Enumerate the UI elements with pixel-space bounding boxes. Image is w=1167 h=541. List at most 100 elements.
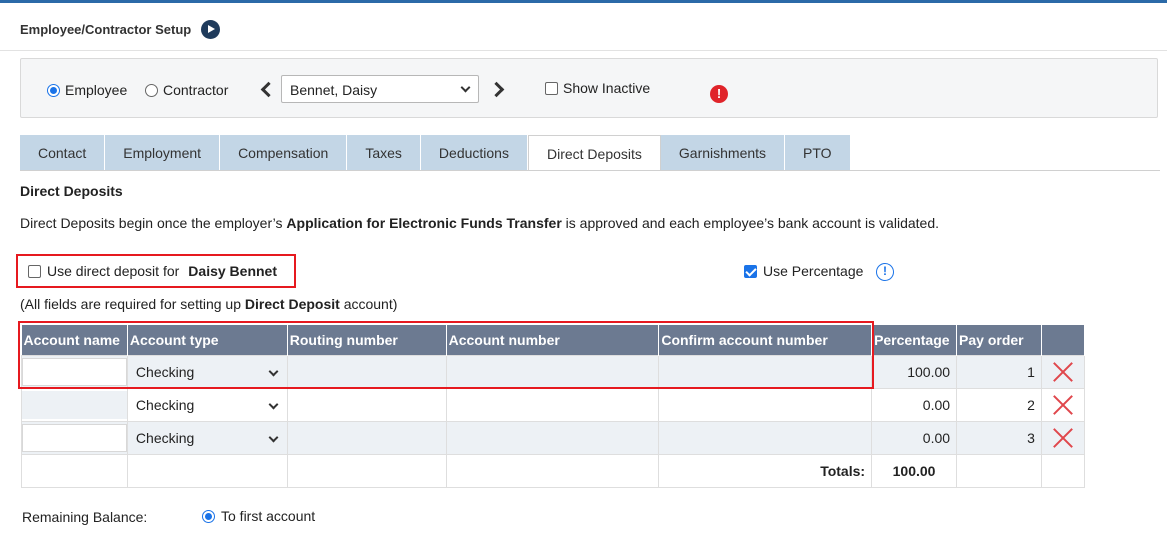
use-direct-deposit-checkbox[interactable] <box>28 264 41 278</box>
account-name-cell[interactable] <box>21 420 128 455</box>
percentage-cell[interactable]: 100.00 <box>871 354 958 389</box>
info-icon[interactable]: ! <box>876 263 894 281</box>
account-name-input[interactable] <box>22 390 127 419</box>
account-type-cell[interactable]: Checking <box>126 387 288 422</box>
to-first-account-radio-dot[interactable] <box>202 509 215 523</box>
pay-order-cell[interactable]: 2 <box>956 387 1042 422</box>
play-icon[interactable] <box>201 20 221 39</box>
delete-cell[interactable] <box>1040 387 1086 422</box>
alert-icon[interactable]: ! <box>710 85 728 103</box>
direct-deposit-description: Direct Deposits begin once the employer’… <box>20 215 939 231</box>
pay-order-cell[interactable]: 1 <box>956 354 1042 389</box>
percentage-cell[interactable]: 0.00 <box>871 420 958 455</box>
contractor-radio-label: Contractor <box>163 82 229 98</box>
required-note-bold: Direct Deposit <box>244 296 340 312</box>
table-row: Checking 0.00 3 <box>21 420 1086 455</box>
confirm-account-number-cell[interactable] <box>658 420 873 455</box>
confirm-account-number-cell[interactable] <box>658 387 873 422</box>
account-name-cell[interactable] <box>21 354 128 389</box>
header-routing-number: Routing number <box>287 325 447 355</box>
totals-value: 100.00 <box>871 453 958 488</box>
empty-cell <box>126 453 288 488</box>
account-number-cell[interactable] <box>445 420 660 455</box>
account-type-select[interactable]: Checking <box>134 364 281 380</box>
account-number-cell[interactable] <box>445 387 660 422</box>
required-note-end: account) <box>339 296 398 312</box>
account-type-select[interactable]: Checking <box>134 397 281 413</box>
table-row: Checking 0.00 2 <box>21 387 1086 422</box>
to-first-account-label: To first account <box>221 508 316 524</box>
show-inactive-toggle[interactable]: Show Inactive <box>545 80 650 96</box>
employee-radio-label: Employee <box>65 82 128 98</box>
employee-radio[interactable]: Employee <box>47 82 127 98</box>
description-text-bold: Application for Electronic Funds Transfe… <box>286 215 562 231</box>
tab-pto[interactable]: PTO <box>785 135 851 171</box>
remaining-balance-label: Remaining Balance: <box>22 509 148 525</box>
delete-icon[interactable] <box>1053 395 1073 415</box>
previous-employee-chevron-icon[interactable] <box>259 81 273 99</box>
delete-icon[interactable] <box>1053 362 1073 382</box>
tab-garnishments[interactable]: Garnishments <box>660 135 786 171</box>
contractor-radio[interactable]: Contractor <box>145 82 228 98</box>
header-account-type: Account type <box>127 325 288 355</box>
routing-number-cell[interactable] <box>286 387 447 422</box>
delete-cell[interactable] <box>1040 420 1086 455</box>
empty-cell <box>286 453 447 488</box>
account-name-input[interactable] <box>22 423 127 452</box>
totals-row: Totals: 100.00 <box>21 453 1086 488</box>
account-name-input[interactable] <box>22 357 127 386</box>
description-text-end: is approved and each employee’s bank acc… <box>561 215 939 231</box>
account-type-cell[interactable]: Checking <box>126 420 288 455</box>
header-pay-order: Pay order <box>956 325 1042 355</box>
employee-select[interactable]: Bennet, Daisy <box>281 75 479 103</box>
employee-radio-dot[interactable] <box>47 83 60 97</box>
to-first-account-radio[interactable]: To first account <box>202 508 315 524</box>
table-header-row: Account name Account type Routing number… <box>21 325 1086 355</box>
header-delete <box>1041 325 1086 355</box>
delete-icon[interactable] <box>1053 428 1073 448</box>
account-type-select[interactable]: Checking <box>134 430 281 446</box>
contractor-radio-dot[interactable] <box>145 83 158 97</box>
account-type-value: Checking <box>135 396 195 413</box>
tab-taxes[interactable]: Taxes <box>347 135 421 171</box>
use-percentage-checkbox[interactable] <box>744 264 757 278</box>
chevron-down-icon <box>268 432 279 442</box>
header-divider <box>0 50 1167 51</box>
description-text-start: Direct Deposits begin once the employer’… <box>20 215 287 231</box>
pay-order-cell[interactable]: 3 <box>956 420 1042 455</box>
percentage-cell[interactable]: 0.00 <box>871 387 958 422</box>
empty-cell <box>1040 453 1086 488</box>
show-inactive-label: Show Inactive <box>563 80 651 96</box>
totals-label: Totals: <box>658 453 873 488</box>
header-account-number: Account number <box>446 325 660 355</box>
confirm-account-number-cell[interactable] <box>658 354 873 389</box>
account-type-cell[interactable]: Checking <box>126 354 288 389</box>
routing-number-cell[interactable] <box>286 420 447 455</box>
tab-compensation[interactable]: Compensation <box>220 135 348 171</box>
chevron-down-icon <box>268 366 279 376</box>
page-header: Employee/Contractor Setup <box>20 20 221 39</box>
header-account-name: Account name <box>21 325 128 355</box>
tab-contact[interactable]: Contact <box>20 135 106 171</box>
tab-deductions[interactable]: Deductions <box>420 135 528 171</box>
show-inactive-checkbox[interactable] <box>545 81 558 95</box>
delete-cell[interactable] <box>1040 354 1086 389</box>
empty-cell <box>956 453 1042 488</box>
tab-divider <box>20 170 1160 171</box>
account-name-cell[interactable] <box>21 387 128 422</box>
employee-name: Daisy Bennet <box>188 263 277 279</box>
employee-select-value: Bennet, Daisy <box>290 82 378 98</box>
direct-deposit-table: Account name Account type Routing number… <box>21 325 1086 488</box>
header-confirm-account-number: Confirm account number <box>658 325 873 355</box>
tab-employment[interactable]: Employment <box>105 135 221 171</box>
next-employee-chevron-icon[interactable] <box>491 81 505 99</box>
employee-selector-panel: Employee Contractor Bennet, Daisy Show I… <box>20 58 1158 118</box>
use-direct-deposit-label: Use direct deposit for <box>47 263 180 279</box>
chevron-down-icon <box>268 399 279 409</box>
use-direct-deposit-toggle[interactable]: Use direct deposit for Daisy Bennet <box>16 254 296 288</box>
empty-cell <box>445 453 660 488</box>
use-percentage-toggle[interactable]: Use Percentage <box>744 263 863 279</box>
account-number-cell[interactable] <box>445 354 660 389</box>
tab-direct-deposits[interactable]: Direct Deposits <box>527 135 661 171</box>
routing-number-cell[interactable] <box>286 354 447 389</box>
